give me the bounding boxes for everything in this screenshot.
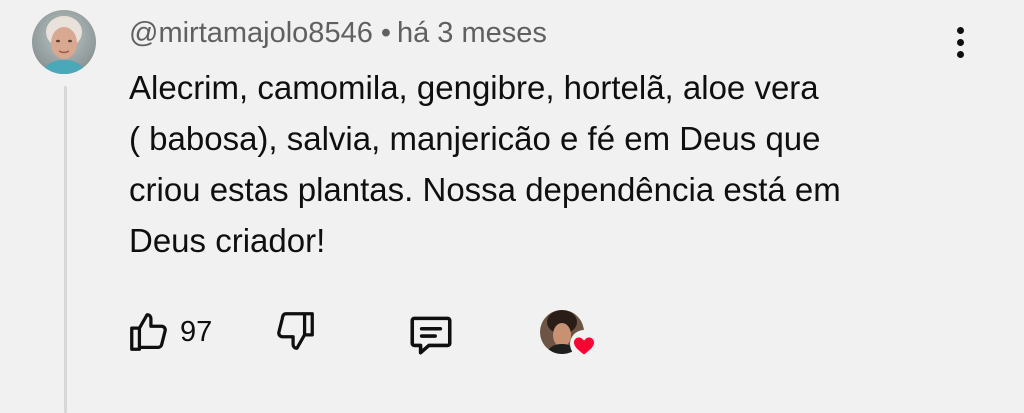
- like-button[interactable]: 97: [126, 308, 212, 356]
- creator-avatar-heart: [540, 310, 598, 358]
- more-vertical-icon-dot: [956, 50, 964, 58]
- comment-actions: 97: [0, 300, 1024, 364]
- like-count: 97: [180, 315, 213, 348]
- comment-icon: [410, 316, 452, 355]
- comment-line: ( babosa), salvia, manjericão e fé em De…: [129, 120, 821, 157]
- dislike-button[interactable]: [272, 308, 318, 359]
- comment-text: Alecrim, camomila, gengibre, hortelã, al…: [129, 62, 939, 266]
- thumbs-down-icon: [277, 312, 314, 350]
- heart-icon: [570, 330, 598, 358]
- more-vertical-icon: [956, 26, 964, 34]
- reply-button[interactable]: [406, 310, 456, 365]
- author-avatar[interactable]: [32, 10, 96, 74]
- more-options-button[interactable]: [944, 20, 976, 64]
- creator-heart: [540, 308, 602, 364]
- comment-line: criou estas plantas. Nossa dependência e…: [129, 171, 841, 208]
- separator: •: [380, 17, 391, 49]
- comment-line: Deus criador!: [129, 222, 326, 259]
- comment-time[interactable]: há 3 meses: [397, 17, 547, 49]
- comment-line: Alecrim, camomila, gengibre, hortelã, al…: [129, 69, 819, 106]
- comment-header: @mirtamajolo8546 • há 3 meses: [129, 13, 547, 53]
- author-avatar-image: [32, 10, 96, 74]
- author-name[interactable]: @mirtamajolo8546: [129, 17, 373, 49]
- thumbs-up-icon: [130, 313, 167, 351]
- more-vertical-icon-dot: [956, 38, 964, 46]
